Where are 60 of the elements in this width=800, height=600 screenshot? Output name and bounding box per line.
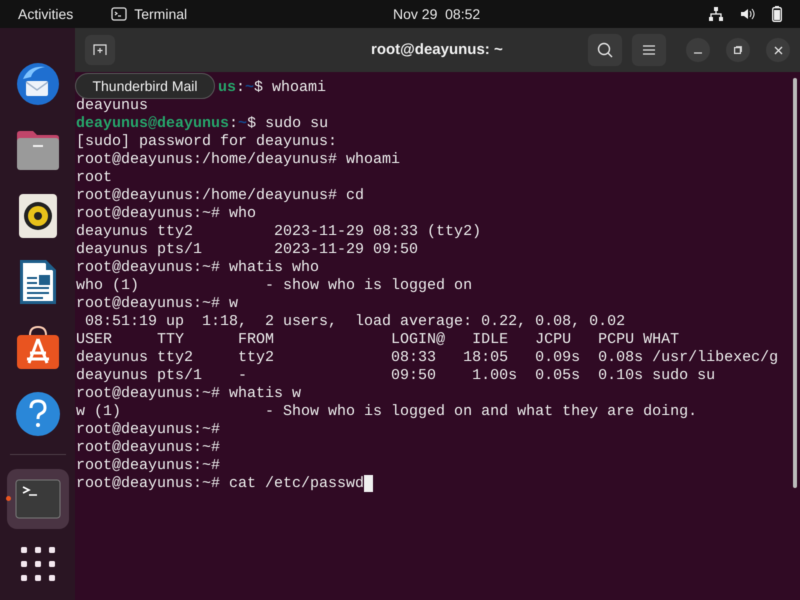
terminal-text: root@deayunus:~# cat /etc/passwd [76,475,364,493]
network-icon[interactable] [708,7,724,21]
maximize-button[interactable] [726,38,750,62]
terminal-text: deayunus pts/1 2023-11-29 09:50 [76,241,418,259]
terminal-text: deayunus tty2 2023-11-29 08:33 (tty2) [76,223,482,241]
running-indicator [6,496,10,501]
activities-button[interactable]: Activities [18,4,74,24]
search-icon [597,42,613,58]
tooltip: Thunderbird Mail [75,73,215,99]
help-icon [14,391,60,437]
scrollbar[interactable] [793,78,797,488]
app-menu[interactable]: Terminal [134,4,188,24]
folder-icon [14,128,60,172]
terminal-text: deayunus tty2 tty2 08:33 18:05 0.09s 0.08s /usr/libexec/g [76,349,778,367]
menu-button[interactable] [632,34,666,66]
terminal-text: : [229,115,238,133]
terminal-text: 08:51:19 up 1:18, 2 users, load average: 0.22, 0.08, 0.02 [84,313,626,331]
close-button[interactable] [766,38,790,62]
terminal-text: root@deayunus:~# w [76,295,238,313]
terminal-text: $ whoami [254,79,326,97]
terminal-text: root@deayunus:~# whatis who [76,259,320,277]
terminal-text: root@deayunus:/home/deayunus# whoami [76,151,400,169]
new-tab-icon [93,44,107,56]
terminal-text: deayunus [76,97,148,115]
terminal-text: root [76,169,112,187]
mail-icon [14,61,60,107]
close-icon [774,46,782,54]
terminal-text: [sudo] password for deayunus: [76,133,338,151]
restore-icon [734,46,742,54]
terminal-text: root@deayunus:~# [76,421,220,439]
new-tab-button[interactable] [85,35,115,65]
terminal-text: root@deayunus:~# [76,457,220,475]
menu-icon [643,45,655,55]
speaker-icon [18,193,58,239]
app-grid-icon[interactable] [20,547,54,581]
prompt-user: us [218,79,236,97]
prompt-path: ~ [238,115,248,133]
terminal-text: $ sudo su [247,115,328,133]
terminal-text: root@deayunus:~# [76,439,220,457]
document-icon [18,258,58,306]
shopping-bag-icon [14,325,60,371]
terminal-text: USER TTY FROM LOGIN@ IDLE JCPU PCPU WHAT [76,331,680,349]
terminal-text: who (1) - show who is logged on [76,277,472,295]
terminal-icon [111,7,128,21]
battery-icon[interactable] [772,6,782,22]
cursor [364,475,374,492]
search-button[interactable] [588,34,622,66]
prompt-path: ~ [245,79,254,97]
prompt-user: deayunus@deayunus [76,115,230,133]
terminal-text: w (1) - Show who is logged on and what they are doing. [76,403,698,421]
terminal-text: root@deayunus:~# whatis w [76,385,302,403]
terminal-text: deayunus pts/1 - 09:50 1.00s 0.05s 0.10s sudo su [76,367,716,385]
terminal-text: root@deayunus:/home/deayunus# cd [76,187,364,205]
clock[interactable]: Nov 29 08:52 [393,4,480,24]
terminal-text: root@deayunus:~# who [76,205,256,223]
terminal-icon [14,479,60,519]
window-title: root@deayunus: ~ [371,40,503,60]
terminal-area[interactable] [75,72,800,600]
terminal-text: : [236,79,246,97]
volume-icon[interactable] [740,7,756,21]
